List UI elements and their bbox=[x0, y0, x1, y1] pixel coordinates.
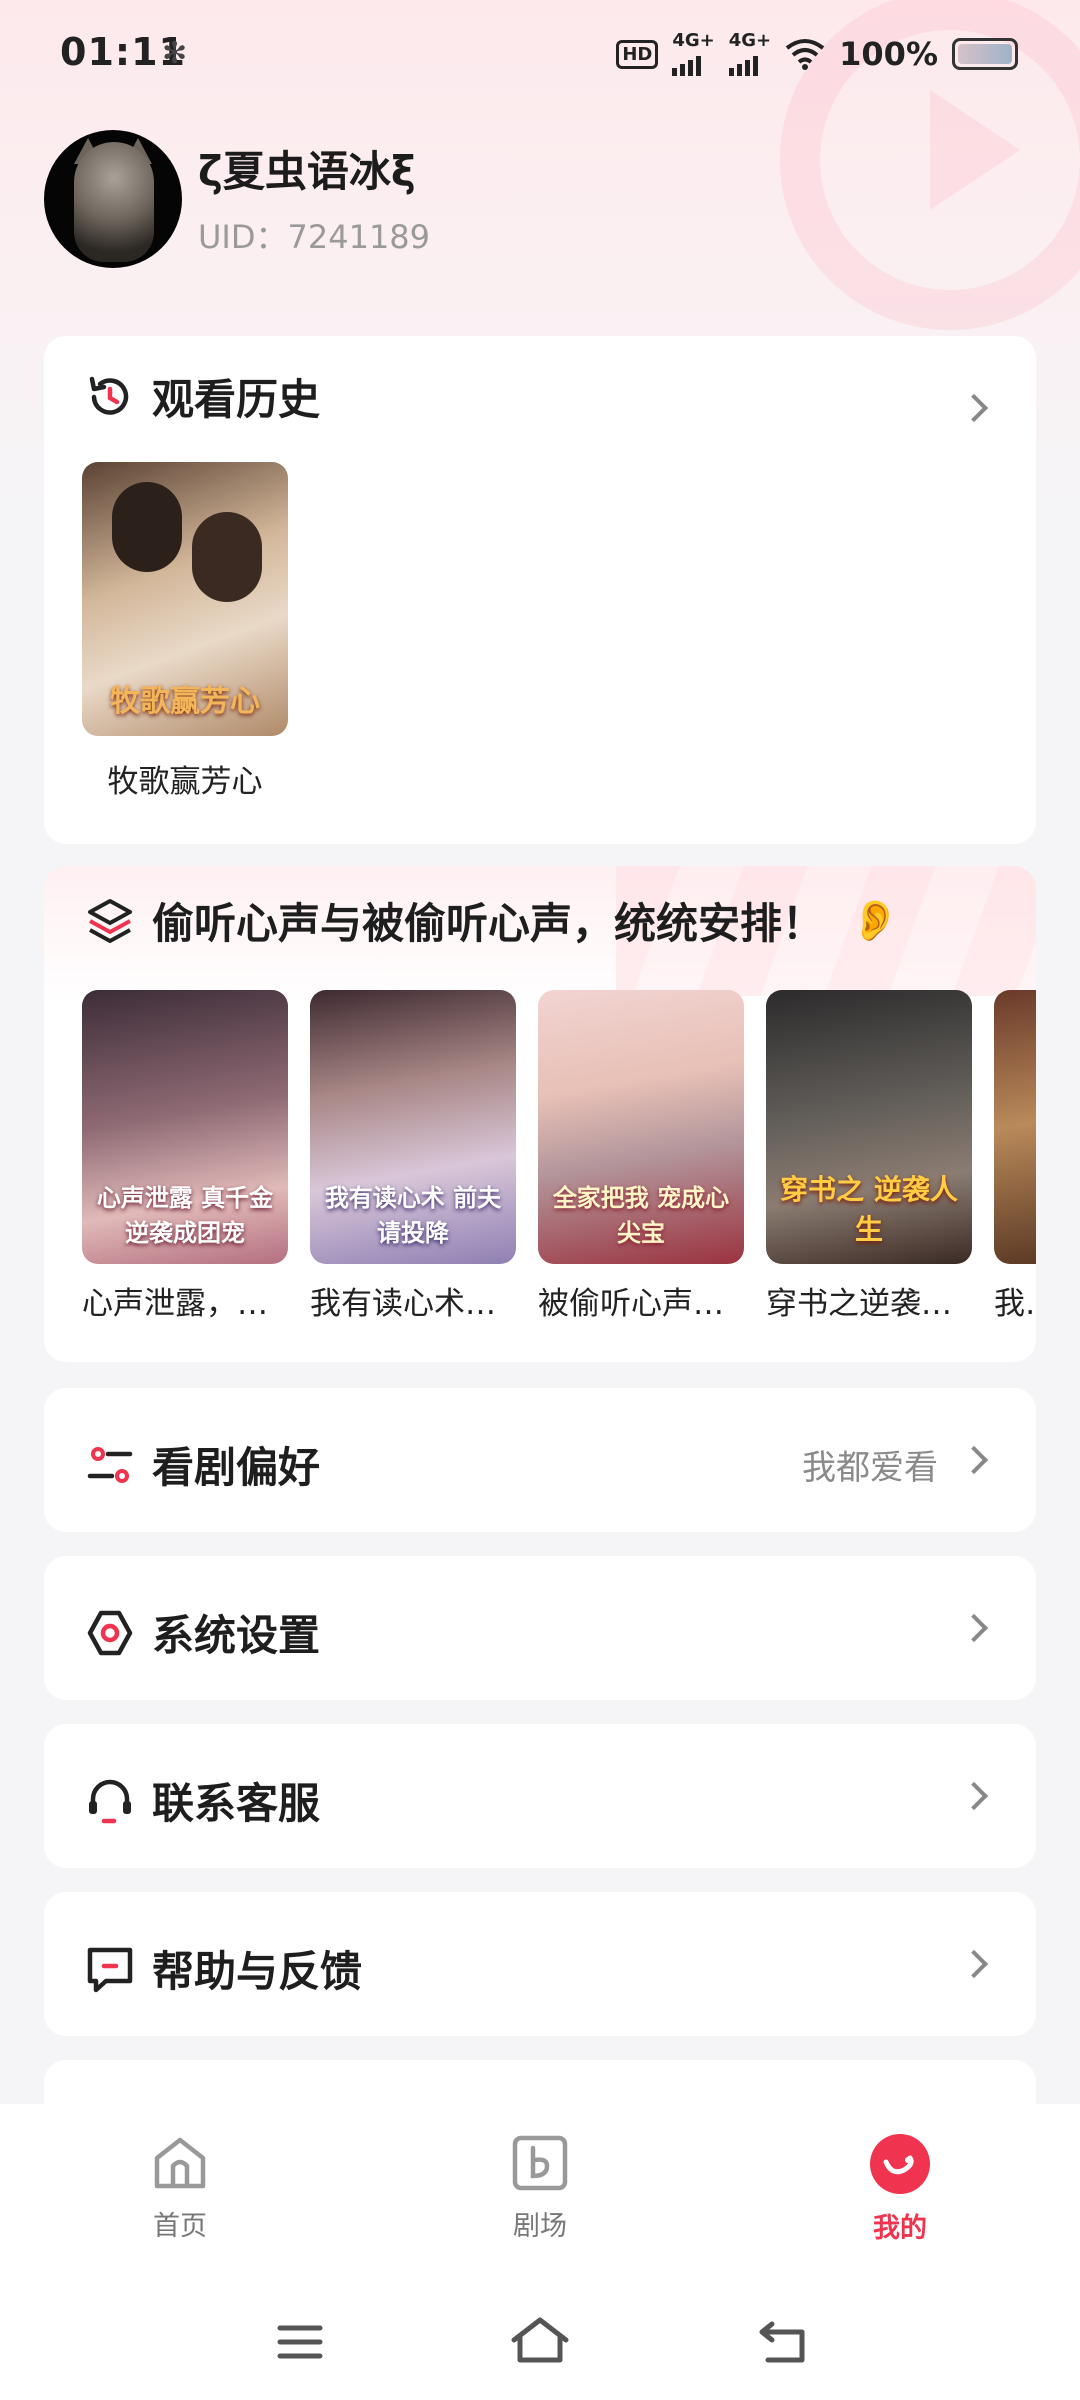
tab-home[interactable]: 首页 bbox=[80, 2132, 280, 2243]
network-type-1: 4G+ bbox=[672, 30, 715, 51]
system-navigation-bar bbox=[0, 2284, 1080, 2400]
topic-poster[interactable]: 心声泄露 真千金逆袭成团宠 bbox=[82, 990, 288, 1264]
topic-item-title[interactable]: 被偷听心声… bbox=[538, 1278, 744, 1323]
history-icon bbox=[89, 376, 129, 415]
bottom-navigation: 首页 剧场 我的 bbox=[0, 2104, 1080, 2284]
chevron-right-icon bbox=[959, 1445, 989, 1475]
topic-item[interactable]: 穿书之 逆袭人生 穿书之逆袭… bbox=[766, 990, 974, 1323]
menu-help-feedback[interactable]: 帮助与反馈 bbox=[44, 1892, 1036, 2036]
topic-item-title[interactable]: 心声泄露，… bbox=[82, 1278, 288, 1323]
system-home-icon[interactable] bbox=[510, 2316, 570, 2364]
topic-item[interactable]: 全家把我 宠成心尖宝 被偷听心声… bbox=[538, 990, 746, 1323]
preference-icon bbox=[87, 1446, 133, 1483]
topic-poster-row[interactable]: 心声泄露 真千金逆袭成团宠 心声泄露，… 我有读心术 前夫请投降 我有读心术… … bbox=[82, 990, 1036, 1323]
tab-label: 我的 bbox=[873, 2213, 927, 2244]
layers-icon bbox=[88, 898, 132, 943]
topic-item[interactable]: 我有读心术 前夫请投降 我有读心术… bbox=[310, 990, 518, 1323]
status-right: HD 4G+ 4G+ 100% bbox=[616, 32, 1018, 76]
tab-label: 剧场 bbox=[513, 2211, 567, 2242]
topic-header[interactable]: 偷听心声与被偷听心声，统统安排！ 👂 bbox=[84, 890, 900, 951]
watch-history-title: 观看历史 bbox=[152, 375, 321, 424]
poster-figure-2 bbox=[192, 512, 262, 602]
history-item-title[interactable]: 牧歌赢芳心 bbox=[82, 756, 288, 801]
user-id: UID：7241189 bbox=[198, 218, 431, 256]
back-icon[interactable] bbox=[756, 2318, 808, 2366]
menu-head: 帮助与反馈 bbox=[84, 1938, 362, 1999]
poster-figure-1 bbox=[112, 482, 182, 572]
signal-bars-icon bbox=[728, 50, 758, 76]
settings-icon bbox=[87, 1610, 133, 1655]
topic-poster[interactable] bbox=[994, 990, 1036, 1264]
tab-theater[interactable]: 剧场 bbox=[440, 2132, 640, 2243]
topic-poster[interactable]: 我有读心术 前夫请投降 bbox=[310, 990, 516, 1264]
menu-label: 帮助与反馈 bbox=[152, 1947, 363, 1996]
menu-head: 系统设置 bbox=[84, 1602, 320, 1663]
chevron-right-icon bbox=[959, 1613, 989, 1643]
topic-poster[interactable]: 穿书之 逆袭人生 bbox=[766, 990, 972, 1264]
menu-label: 看剧偏好 bbox=[152, 1443, 321, 1492]
menu-icon[interactable] bbox=[276, 2322, 324, 2362]
home-icon bbox=[154, 2137, 206, 2189]
topic-item[interactable]: 心声泄露 真千金逆袭成团宠 心声泄露，… bbox=[82, 990, 290, 1323]
menu-head: 看剧偏好 bbox=[84, 1434, 320, 1495]
poster-title-art: 我有读心术 前夫请投降 bbox=[324, 1183, 502, 1247]
watch-history-header[interactable]: 观看历史 bbox=[84, 366, 320, 427]
wifi-icon bbox=[785, 39, 825, 70]
menu-system-settings[interactable]: 系统设置 bbox=[44, 1556, 1036, 1700]
topic-title: 偷听心声与被偷听心声，统统安排！ bbox=[152, 899, 825, 948]
menu-label: 联系客服 bbox=[152, 1779, 321, 1828]
menu-label: 系统设置 bbox=[152, 1611, 321, 1660]
cat-avatar-image bbox=[74, 142, 154, 262]
menu-customer-service[interactable]: 联系客服 bbox=[44, 1724, 1036, 1868]
poster-title-art: 穿书之 逆袭人生 bbox=[780, 1173, 958, 1246]
notification-icon: ✻ bbox=[162, 36, 188, 71]
headset-icon bbox=[89, 1779, 131, 1823]
username[interactable]: ζ夏虫语冰ξ bbox=[198, 138, 416, 199]
network-type-2: 4G+ bbox=[728, 30, 772, 51]
menu-head: 联系客服 bbox=[84, 1770, 320, 1831]
history-poster[interactable]: 牧歌赢芳心 bbox=[82, 462, 288, 736]
signal-2: 4G+ bbox=[728, 30, 772, 76]
avatar[interactable] bbox=[44, 130, 182, 268]
topic-item-title[interactable]: 穿书之逆袭… bbox=[766, 1278, 972, 1323]
battery-percent: 100% bbox=[839, 35, 938, 73]
poster-title-art: 全家把我 宠成心尖宝 bbox=[552, 1183, 730, 1247]
chevron-right-icon bbox=[959, 1949, 989, 1979]
ear-icon: 👂 bbox=[850, 898, 900, 944]
chevron-right-icon bbox=[959, 1781, 989, 1811]
preference-value: 我都爱看 bbox=[802, 1448, 938, 1488]
signal-bars-icon bbox=[672, 50, 702, 76]
me-icon bbox=[870, 2134, 930, 2194]
signal-1: 4G+ bbox=[672, 30, 715, 76]
topic-item[interactable]: 我… bbox=[994, 990, 1036, 1323]
battery-icon bbox=[952, 38, 1018, 70]
menu-viewing-preference[interactable]: 看剧偏好 我都爱看 bbox=[44, 1388, 1036, 1532]
poster-title-art: 牧歌赢芳心 bbox=[110, 684, 260, 719]
topic-item-title[interactable]: 我… bbox=[994, 1278, 1036, 1323]
tab-me[interactable]: 我的 bbox=[800, 2132, 1000, 2245]
poster-title-art: 心声泄露 真千金逆袭成团宠 bbox=[96, 1183, 274, 1247]
tab-label: 首页 bbox=[153, 2211, 207, 2242]
feedback-icon bbox=[87, 1947, 133, 1992]
hd-icon: HD bbox=[616, 39, 659, 69]
chevron-right-icon[interactable] bbox=[959, 393, 989, 423]
watch-history-card: 观看历史 牧歌赢芳心 牧歌赢芳心 bbox=[44, 336, 1036, 844]
topic-item-title[interactable]: 我有读心术… bbox=[310, 1278, 516, 1323]
topic-poster[interactable]: 全家把我 宠成心尖宝 bbox=[538, 990, 744, 1264]
topic-collection-card: 偷听心声与被偷听心声，统统安排！ 👂 心声泄露 真千金逆袭成团宠 心声泄露，… … bbox=[44, 866, 1036, 1362]
theater-icon bbox=[512, 2135, 568, 2191]
status-bar: 01:11 ✻ HD 4G+ 4G+ 100% bbox=[0, 0, 1080, 110]
